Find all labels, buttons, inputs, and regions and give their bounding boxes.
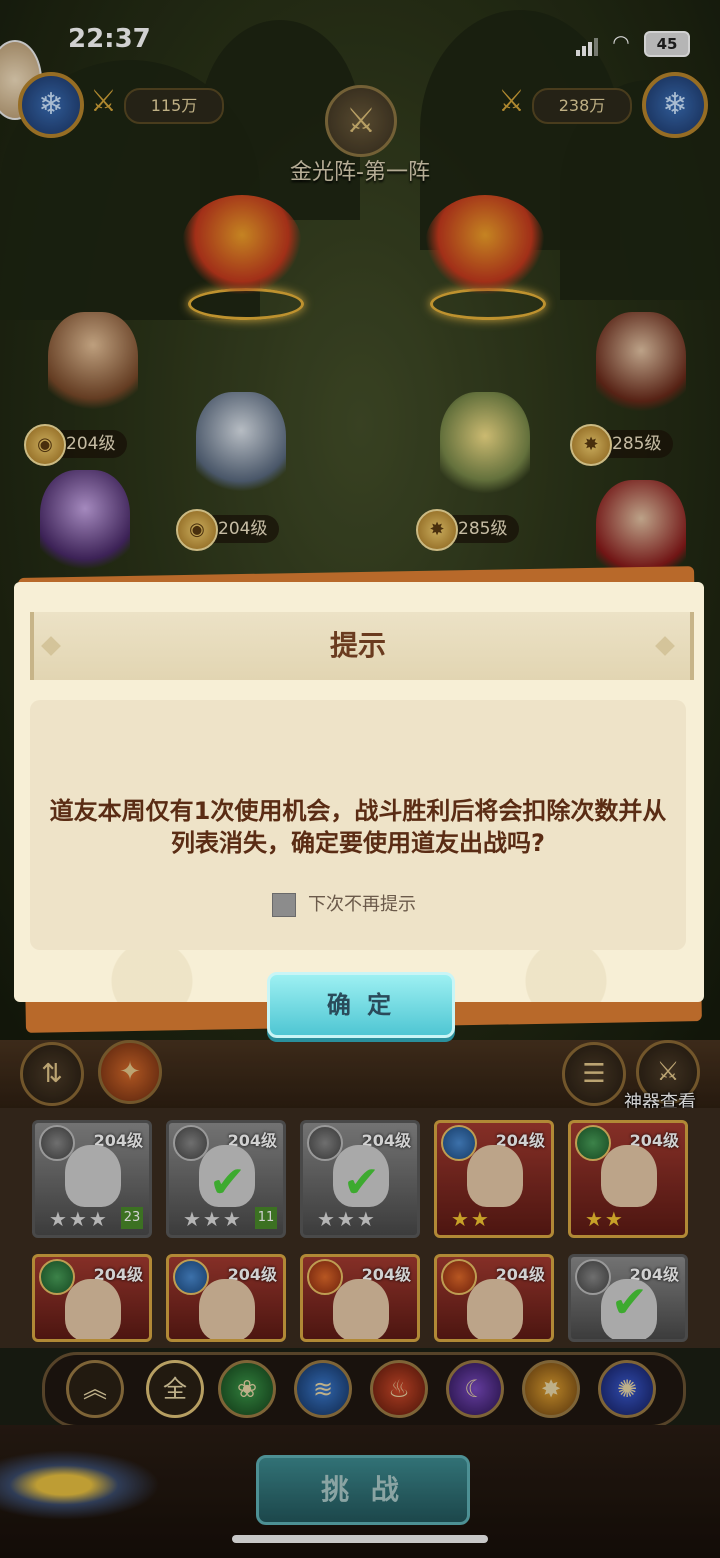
dialog-title: 提示 — [329, 629, 386, 662]
confirm-button[interactable]: 确 定 — [267, 972, 455, 1038]
dont-remind-checkbox[interactable] — [272, 893, 296, 917]
dont-remind-label[interactable]: 下次不再提示 — [308, 893, 416, 917]
dialog-message: 道友本周仅有1次使用机会，战斗胜利后将会扣除次数并从列表消失，确定要使用道友出战… — [49, 797, 667, 857]
